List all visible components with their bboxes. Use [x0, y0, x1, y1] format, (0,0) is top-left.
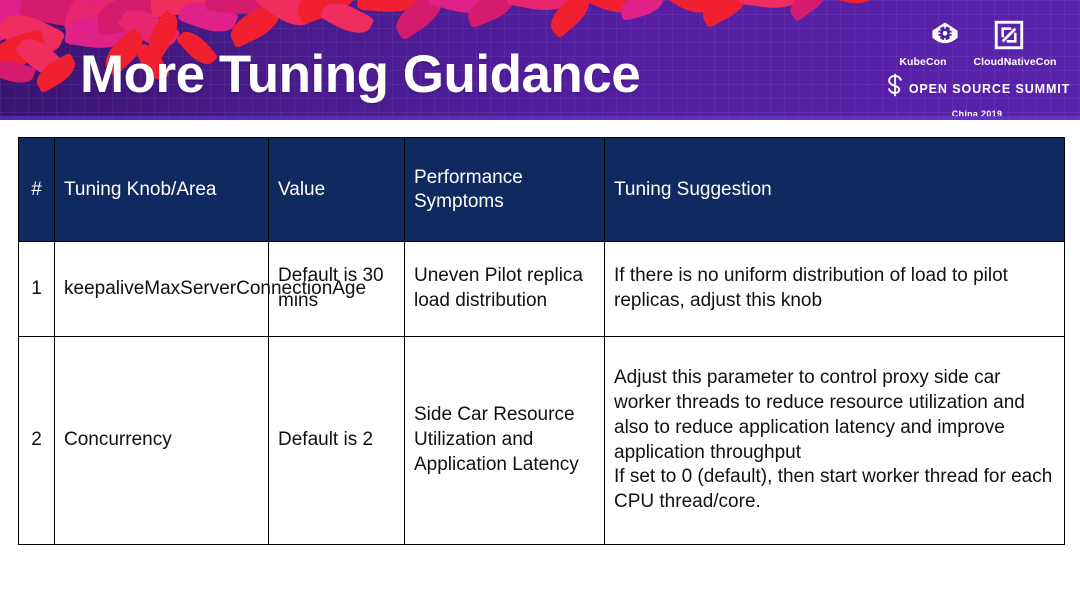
- column-header-tuning-knob: Tuning Knob/Area: [54, 137, 269, 242]
- cell-performance-symptoms: Side Car Resource Utilization and Applic…: [404, 336, 605, 545]
- table-row: 2 Concurrency Default is 2 Side Car Reso…: [18, 336, 1065, 545]
- column-header-tuning-suggestion: Tuning Suggestion: [604, 137, 1065, 242]
- cell-row-number: 1: [18, 241, 55, 337]
- kubecon-label: KubeCon: [899, 56, 947, 68]
- open-source-summit-s-icon: [884, 73, 906, 104]
- open-source-summit-row: OPEN SOURCE SUMMIT: [882, 73, 1072, 104]
- event-branding-lockup: KubeCon CloudNativeCon OPEN SOURCE SUMMI…: [882, 14, 1072, 119]
- cell-row-number: 2: [18, 336, 55, 545]
- slide-root: More Tuning Guidance KubeCon CloudNative…: [0, 0, 1080, 606]
- cloud-native-square-icon: [991, 18, 1027, 54]
- column-header-value: Value: [268, 137, 405, 242]
- table-header: # Tuning Knob/Area Value Performance Sym…: [18, 137, 1065, 242]
- leaf-icon: [617, 0, 667, 21]
- leaf-icon: [784, 0, 836, 23]
- table-header-row: # Tuning Knob/Area Value Performance Sym…: [18, 137, 1065, 242]
- cloudnativecon-label: CloudNativeCon: [973, 56, 1057, 68]
- cell-tuning-suggestion: If there is no uniform distribution of l…: [604, 241, 1065, 337]
- banner-bottom-accent: [0, 116, 1080, 120]
- column-header-number: #: [18, 137, 55, 242]
- slide-title: More Tuning Guidance: [80, 45, 641, 104]
- kubernetes-helm-icon: [927, 18, 963, 54]
- table-body: 1 keepaliveMaxServerConnectionAge Defaul…: [18, 241, 1065, 545]
- tuning-guidance-table-wrapper: # Tuning Knob/Area Value Performance Sym…: [18, 137, 1065, 545]
- open-source-summit-label: OPEN SOURCE SUMMIT: [908, 81, 1071, 96]
- table-row: 1 keepaliveMaxServerConnectionAge Defaul…: [18, 241, 1065, 337]
- cell-value: Default is 2: [268, 336, 405, 545]
- leaf-icon: [815, 0, 877, 11]
- cell-tuning-knob: Concurrency: [54, 336, 269, 545]
- logo-marks-row: [882, 14, 1072, 54]
- tuning-guidance-table: # Tuning Knob/Area Value Performance Sym…: [18, 137, 1065, 545]
- slide-banner: More Tuning Guidance KubeCon CloudNative…: [0, 0, 1080, 120]
- cell-performance-symptoms: Uneven Pilot replica load distribution: [404, 241, 605, 337]
- logo-names-row: KubeCon CloudNativeCon: [882, 56, 1072, 68]
- cell-tuning-suggestion: Adjust this parameter to control proxy s…: [604, 336, 1065, 545]
- column-header-performance-symptoms: Performance Symptoms: [404, 137, 605, 242]
- cell-tuning-knob: keepaliveMaxServerConnectionAge: [54, 241, 366, 337]
